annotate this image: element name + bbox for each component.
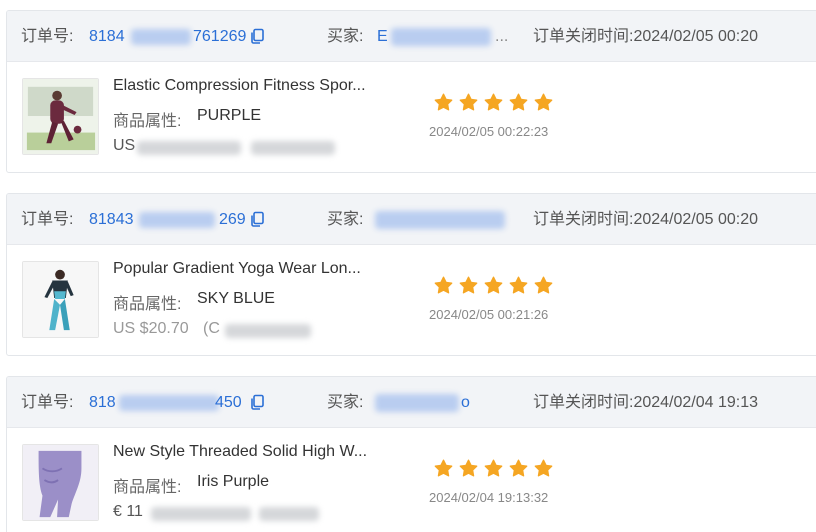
order-header: 订单号: 81843 269 买家: 订单关闭时间:2024/02/05 00:… [7,194,816,245]
order-number-link[interactable]: 818 [89,377,116,428]
order-body: New Style Threaded Solid High W... 商品属性:… [7,428,816,532]
product-thumbnail[interactable] [22,444,99,521]
attribute-label: 商品属性: [113,296,182,313]
product-title[interactable]: Elastic Compression Fitness Spor... [113,77,366,95]
order-number-tail[interactable]: 269 [219,194,246,245]
star-icon [434,459,453,477]
buyer-label: 买家: [327,28,364,45]
copy-icon[interactable] [249,28,265,44]
close-time: 订单关闭时间:2024/02/05 00:20 [533,28,759,45]
redacted-order-number [139,212,215,228]
star-icon [484,459,503,477]
close-time: 订单关闭时间:2024/02/05 00:20 [533,211,759,228]
redacted-buyer [391,28,491,46]
price: US $20.70 [113,320,189,337]
review-time: 2024/02/05 00:22:23 [429,124,549,139]
redacted-order-number [119,395,219,411]
redacted-price-converted [225,324,311,338]
order-number-tail[interactable]: 761269 [193,11,246,62]
order-number-label: 订单号: [21,28,74,45]
buyer-label: 买家: [327,211,364,228]
star-icon [509,459,528,477]
order-number-link[interactable]: 8184 [89,11,125,62]
redacted-buyer [375,394,459,412]
attribute-value: PURPLE [197,107,262,124]
order-number-link[interactable]: 81843 [89,194,134,245]
order-header: 订单号: 8184 761269 买家: E ... 订单关闭时间:2024/0… [7,11,816,62]
order-number-tail[interactable]: 450 [215,377,242,428]
review-time: 2024/02/04 19:13:32 [429,490,549,505]
star-icon [459,276,478,294]
star-icon [434,276,453,294]
buyer-link[interactable]: E [377,11,388,62]
star-icon [484,276,503,294]
buyer-tail[interactable]: o [461,377,470,428]
star-icon [484,93,503,111]
rating-stars [433,275,554,296]
redacted-price [137,141,241,155]
attribute-label: 商品属性: [113,113,182,130]
close-time: 订单关闭时间:2024/02/04 19:13 [533,394,759,411]
order-header: 订单号: 818 450 买家: o 订单关闭时间:2024/02/04 19:… [7,377,816,428]
star-icon [534,459,553,477]
star-icon [434,93,453,111]
star-icon [509,276,528,294]
buyer-tail: ... [495,28,509,45]
star-icon [459,459,478,477]
redacted-price [151,507,251,521]
redacted-price-converted [259,507,319,521]
attribute-value: SKY BLUE [197,290,275,307]
star-icon [534,93,553,111]
price: US [113,137,136,154]
attribute-label: 商品属性: [113,479,182,496]
redacted-buyer [375,211,505,229]
product-thumbnail[interactable] [22,78,99,155]
star-icon [509,93,528,111]
price: € 11 [113,503,143,520]
rating-stars [433,92,554,113]
review-time: 2024/02/05 00:21:26 [429,307,549,322]
star-icon [534,276,553,294]
product-thumbnail[interactable] [22,261,99,338]
order-card: 订单号: 81843 269 买家: 订单关闭时间:2024/02/05 00:… [6,193,816,356]
order-card: 订单号: 818 450 买家: o 订单关闭时间:2024/02/04 19:… [6,376,816,532]
copy-icon[interactable] [249,394,265,410]
attribute-value: Iris Purple [197,473,270,490]
product-title[interactable]: Popular Gradient Yoga Wear Lon... [113,260,361,278]
buyer-label: 买家: [327,394,364,411]
redacted-order-number [131,29,191,45]
order-card: 订单号: 8184 761269 买家: E ... 订单关闭时间:2024/0… [6,10,816,173]
redacted-price-converted [251,141,335,155]
order-body: Elastic Compression Fitness Spor... 商品属性… [7,62,816,172]
product-title[interactable]: New Style Threaded Solid High W... [113,443,367,461]
order-number-label: 订单号: [21,211,74,228]
rating-stars [433,458,554,479]
price-converted: (C [203,320,220,337]
star-icon [459,93,478,111]
order-body: Popular Gradient Yoga Wear Lon... 商品属性: … [7,245,816,355]
order-number-label: 订单号: [21,394,74,411]
copy-icon[interactable] [249,211,265,227]
